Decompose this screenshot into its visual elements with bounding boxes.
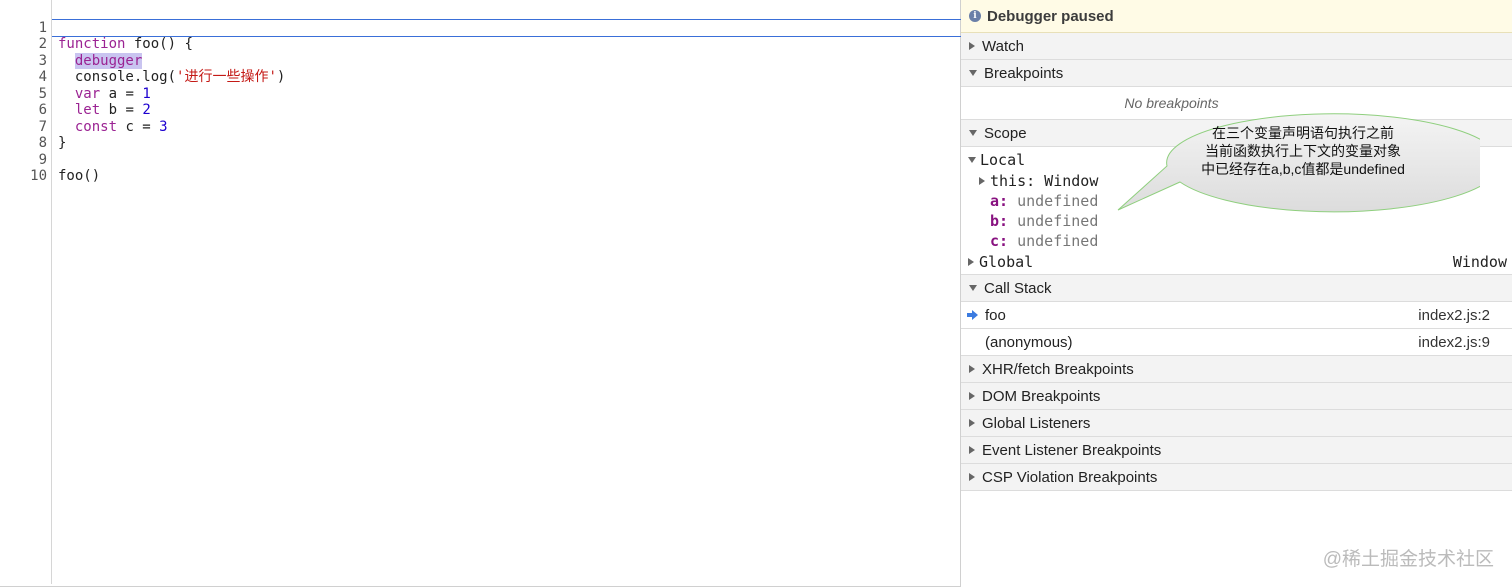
code-line-3[interactable]: 3 console.log('进行一些操作') xyxy=(0,36,960,86)
var-c-value: undefined xyxy=(1008,232,1099,250)
expand-triangle-icon xyxy=(969,42,975,50)
current-frame-arrow-icon xyxy=(967,310,978,320)
watch-section-header[interactable]: Watch xyxy=(961,33,1512,60)
scope-global-label: Global xyxy=(979,253,1034,271)
collapse-triangle-icon xyxy=(969,70,977,76)
annotation-callout-text: 在三个变量声明语句执行之前 当前函数执行上下文的变量对象 中已经存在a,b,c值… xyxy=(1136,124,1470,178)
expand-triangle-icon xyxy=(969,392,975,400)
scope-var-b-row[interactable]: b: undefined xyxy=(990,211,1098,231)
section-title: Global Listeners xyxy=(982,414,1091,432)
watermark: @稀土掘金技术社区 xyxy=(1322,549,1494,570)
section-title: DOM Breakpoints xyxy=(982,387,1101,405)
code-editor[interactable]: 1 function foo() { 2 debugger 3 console.… xyxy=(0,0,961,587)
call-frame-location[interactable]: index2.js:9 xyxy=(1418,334,1490,351)
section-title: Breakpoints xyxy=(984,64,1064,82)
var-c-key: c: xyxy=(990,232,1009,250)
debugger-paused-banner: i Debugger paused xyxy=(961,0,1512,33)
var-a-value: undefined xyxy=(1008,192,1099,210)
callout-line: 当前函数执行上下文的变量对象 xyxy=(1205,143,1401,159)
section-title: Event Listener Breakpoints xyxy=(982,441,1162,459)
code-line-1[interactable]: 1 function foo() { xyxy=(0,3,960,53)
section-title: Call Stack xyxy=(984,279,1052,297)
paused-status-text: Debugger paused xyxy=(987,7,1114,25)
line-number[interactable]: 10 xyxy=(0,168,47,185)
callout-line: 中已经存在a,b,c值都是undefined xyxy=(1201,161,1405,177)
call-frame-row[interactable]: foo index2.js:2 xyxy=(961,302,1512,329)
code-text: foo() xyxy=(58,168,101,184)
code-line-7[interactable]: 7 } xyxy=(0,102,960,152)
expand-triangle-icon xyxy=(969,473,975,481)
dom-breakpoints-section-header[interactable]: DOM Breakpoints xyxy=(961,383,1512,410)
section-title: Scope xyxy=(984,124,1027,142)
scope-var-c-row[interactable]: c: undefined xyxy=(990,231,1098,251)
section-title: CSP Violation Breakpoints xyxy=(982,468,1158,486)
global-listeners-section-header[interactable]: Global Listeners xyxy=(961,410,1512,437)
scope-this-row[interactable]: this: Window xyxy=(979,171,1098,191)
expand-triangle-icon xyxy=(979,177,985,185)
this-value: Window xyxy=(1035,172,1099,190)
code-line-10[interactable]: 10 xyxy=(0,152,960,184)
expand-triangle-icon xyxy=(969,419,975,427)
collapse-triangle-icon xyxy=(968,157,976,163)
code-line-8[interactable]: 8 xyxy=(0,119,960,151)
debugger-sidebar: i Debugger paused Watch Breakpoints No b… xyxy=(961,0,1512,587)
var-b-value: undefined xyxy=(1008,212,1099,230)
scope-global-value: Window xyxy=(1452,253,1507,271)
code-line-2[interactable]: 2 debugger xyxy=(0,20,960,69)
call-frame-location[interactable]: index2.js:2 xyxy=(1418,307,1490,324)
callout-line: 在三个变量声明语句执行之前 xyxy=(1212,125,1394,141)
collapse-triangle-icon xyxy=(969,130,977,136)
this-key: this: xyxy=(990,172,1036,190)
csp-violation-breakpoints-section-header[interactable]: CSP Violation Breakpoints xyxy=(961,464,1512,491)
info-icon: i xyxy=(969,10,981,22)
call-frame-row[interactable]: (anonymous) index2.js:9 xyxy=(961,329,1512,356)
var-b-key: b: xyxy=(990,212,1009,230)
xhr-breakpoints-section-header[interactable]: XHR/fetch Breakpoints xyxy=(961,356,1512,383)
call-stack-section-header[interactable]: Call Stack xyxy=(961,275,1512,302)
code-line-6[interactable]: 6 const c = 3 xyxy=(0,86,960,135)
code-line-9[interactable]: 9 foo() xyxy=(0,135,960,185)
breakpoints-section-header[interactable]: Breakpoints xyxy=(961,60,1512,87)
scope-var-a-row[interactable]: a: undefined xyxy=(990,191,1098,211)
section-title: XHR/fetch Breakpoints xyxy=(982,360,1134,378)
code-line-4[interactable]: 4 var a = 1 xyxy=(0,53,960,102)
var-a-key: a: xyxy=(990,192,1009,210)
code-line-5[interactable]: 5 let b = 2 xyxy=(0,69,960,119)
scope-local-label: Local xyxy=(980,151,1026,169)
section-title: Watch xyxy=(982,37,1024,55)
call-frame-name: (anonymous) xyxy=(985,333,1073,351)
collapse-triangle-icon xyxy=(969,285,977,291)
event-listener-breakpoints-section-header[interactable]: Event Listener Breakpoints xyxy=(961,437,1512,464)
call-frame-name: foo xyxy=(985,306,1006,324)
expand-triangle-icon xyxy=(968,258,974,266)
expand-triangle-icon xyxy=(969,365,975,373)
scope-global-row[interactable]: Global Window xyxy=(968,252,1512,272)
expand-triangle-icon xyxy=(969,446,975,454)
scope-local-row[interactable]: Local xyxy=(968,150,1025,170)
